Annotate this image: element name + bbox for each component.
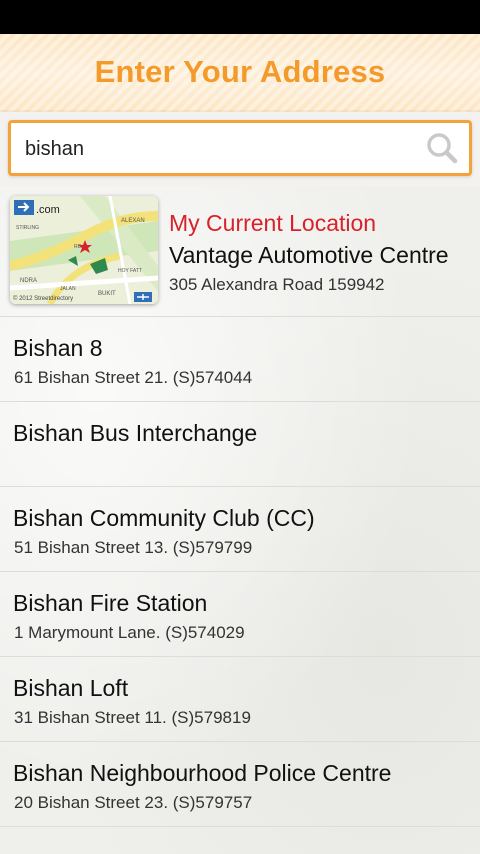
result-address: 61 Bishan Street 21. (S)574044 [14, 368, 253, 387]
current-location-address: 305 Alexandra Road 159942 [169, 275, 385, 294]
result-name: Bishan Loft [13, 675, 129, 701]
list-item[interactable]: Bishan Community Club (CC) 51 Bishan Str… [0, 487, 480, 572]
current-location-label: My Current Location [169, 210, 377, 236]
svg-text:STIRLING: STIRLING [16, 225, 39, 231]
result-address: 20 Bishan Street 23. (S)579757 [14, 793, 253, 812]
result-name: Bishan Neighbourhood Police Centre [13, 760, 392, 786]
current-location-name: Vantage Automotive Centre [169, 242, 449, 268]
result-name: Bishan Fire Station [13, 590, 208, 616]
svg-text:RD: RD [74, 244, 82, 250]
result-address: 1 Marymount Lane. (S)574029 [14, 623, 245, 642]
search-input[interactable] [23, 133, 407, 165]
svg-text:ALEXAN: ALEXAN [121, 218, 145, 224]
result-address: 51 Bishan Street 13. (S)579799 [14, 538, 253, 557]
map-thumbnail[interactable]: .com STIRLING ALEXAN RD NDRA HOY FATT JA… [10, 196, 158, 304]
result-name: Bishan Community Club (CC) [13, 505, 315, 531]
list-item[interactable]: Bishan Loft 31 Bishan Street 11. (S)5798… [0, 657, 480, 742]
list-item[interactable]: Bishan Fire Station 1 Marymount Lane. (S… [0, 572, 480, 657]
map-image: .com STIRLING ALEXAN RD NDRA HOY FATT JA… [10, 196, 158, 304]
map-brand: .com [36, 204, 60, 216]
status-bar [0, 0, 480, 34]
list-item[interactable]: Bishan Neighbourhood Police Centre 20 Bi… [0, 742, 480, 827]
current-location-row[interactable]: .com STIRLING ALEXAN RD NDRA HOY FATT JA… [0, 186, 480, 317]
svg-text:JALAN: JALAN [60, 286, 76, 292]
search-bar [0, 112, 480, 186]
svg-text:NDRA: NDRA [20, 278, 37, 284]
list-item[interactable]: Bishan Bus Interchange [0, 402, 480, 487]
map-copyright: © 2012 Streetdirectory [13, 295, 73, 302]
result-name: Bishan Bus Interchange [13, 420, 258, 446]
results-list: .com STIRLING ALEXAN RD NDRA HOY FATT JA… [0, 186, 480, 854]
search-box[interactable] [8, 120, 472, 176]
search-icon[interactable] [425, 131, 459, 165]
list-item[interactable]: Bishan 8 61 Bishan Street 21. (S)574044 [0, 317, 480, 402]
svg-text:BUKIT: BUKIT [98, 291, 116, 297]
svg-text:HOY FATT: HOY FATT [118, 268, 142, 274]
header: Enter Your Address [0, 34, 480, 112]
result-name: Bishan 8 [13, 335, 103, 361]
result-address: 31 Bishan Street 11. (S)579819 [14, 708, 251, 727]
page-title: Enter Your Address [94, 54, 386, 89]
